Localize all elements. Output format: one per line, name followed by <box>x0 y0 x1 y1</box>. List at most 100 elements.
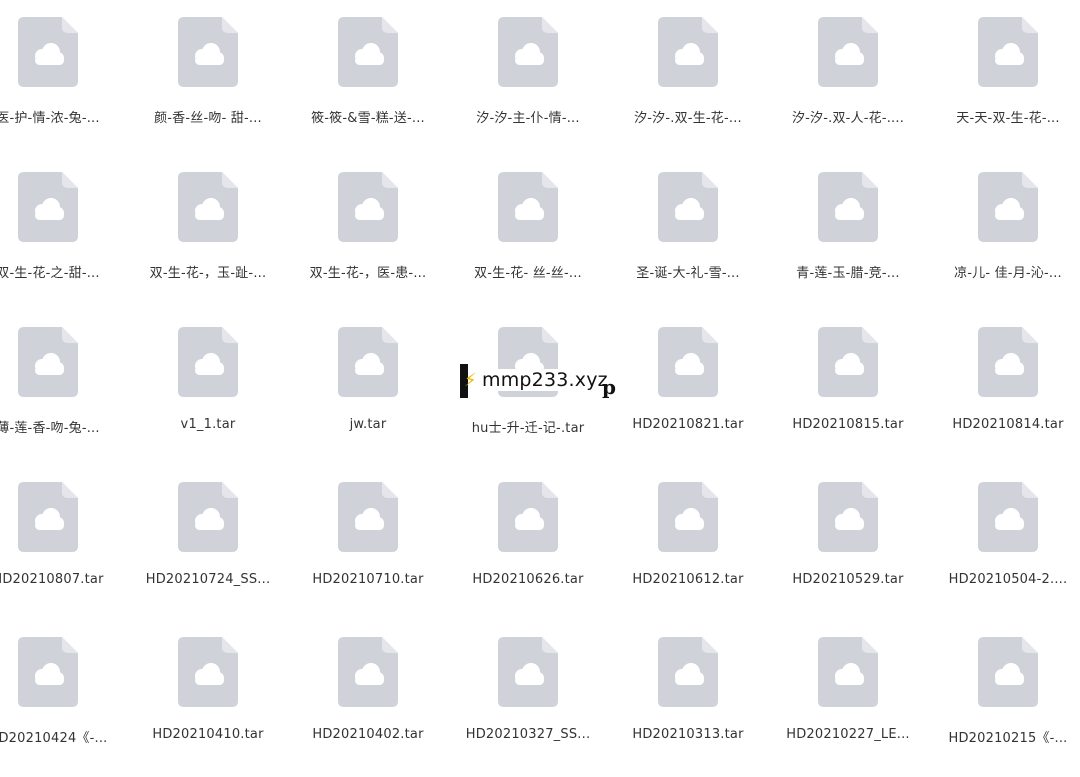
cloud-file-icon <box>978 482 1038 552</box>
cloud-file-icon <box>818 482 878 552</box>
cloud-file-icon <box>18 637 78 707</box>
file-name: v1_1.tar <box>180 417 236 432</box>
file-name: HD20210821.tar <box>632 417 744 432</box>
file-item[interactable]: HD20210327_SS... <box>453 637 603 777</box>
watermark-overlay: ⚡ mmp233.xyz p <box>460 363 616 399</box>
file-name: 医-护-情-浓-兔-... <box>0 111 100 126</box>
cloud-file-icon <box>658 482 718 552</box>
file-name: 双-生-花-，玉-趾-... <box>149 266 267 281</box>
file-name: 汐-汐-.双-生-花-... <box>634 111 742 126</box>
file-name: HD20210215《-... <box>948 731 1068 746</box>
cloud-file-icon <box>338 482 398 552</box>
file-name: 薄-莲-香-吻-兔-... <box>0 421 100 436</box>
file-name: HD20210424《-... <box>0 731 108 746</box>
file-item[interactable]: 双-生-花-，医-患-... <box>293 172 443 312</box>
file-name: HD20210724_SS... <box>145 572 271 587</box>
cloud-file-icon <box>178 637 238 707</box>
file-item[interactable]: HD20210612.tar <box>613 482 763 622</box>
file-item[interactable]: HD20210626.tar <box>453 482 603 622</box>
file-item[interactable]: 青-莲-玉-腊-竞-... <box>773 172 923 312</box>
cloud-file-icon <box>658 637 718 707</box>
file-name: HD20210807.tar <box>0 572 104 587</box>
file-item[interactable]: HD20210504-2.... <box>933 482 1080 622</box>
file-item[interactable]: HD20210821.tar <box>613 327 763 467</box>
file-name: HD20210529.tar <box>792 572 904 587</box>
cloud-file-icon <box>498 172 558 242</box>
file-item[interactable]: HD20210402.tar <box>293 637 443 777</box>
cloud-file-icon <box>178 327 238 397</box>
cloud-file-icon <box>338 172 398 242</box>
cloud-file-icon <box>338 327 398 397</box>
file-item[interactable]: 双-生-花- 丝-丝-... <box>453 172 603 312</box>
file-name: HD20210504-2.... <box>948 572 1068 587</box>
cloud-file-icon <box>498 637 558 707</box>
file-name: HD20210710.tar <box>312 572 424 587</box>
file-item[interactable]: HD20210724_SS... <box>133 482 283 622</box>
file-item[interactable]: HD20210815.tar <box>773 327 923 467</box>
file-item[interactable]: 薄-莲-香-吻-兔-... <box>0 327 123 467</box>
file-item[interactable]: 圣-诞-大-礼-雪-... <box>613 172 763 312</box>
lightning-icon: ⚡ <box>464 370 477 391</box>
cloud-file-icon <box>658 172 718 242</box>
cloud-file-icon <box>18 17 78 87</box>
file-item[interactable]: HD20210313.tar <box>613 637 763 777</box>
cloud-file-icon <box>978 327 1038 397</box>
file-name: 凉-儿- 佳-月-沁-... <box>954 266 1062 281</box>
cloud-file-icon <box>978 17 1038 87</box>
file-item[interactable]: HD20210215《-... <box>933 637 1080 777</box>
file-name: 双-生-花- 丝-丝-... <box>474 266 582 281</box>
file-name: HD20210814.tar <box>952 417 1064 432</box>
cloud-file-icon <box>658 17 718 87</box>
file-name: HD20210815.tar <box>792 417 904 432</box>
cloud-file-icon <box>338 637 398 707</box>
file-name: jw.tar <box>349 417 387 432</box>
file-name: HD20210626.tar <box>472 572 584 587</box>
file-item[interactable]: 汐-汐-.双-生-花-... <box>613 17 763 157</box>
cloud-file-icon <box>818 327 878 397</box>
cloud-file-icon <box>18 172 78 242</box>
file-name: HD20210313.tar <box>632 727 744 742</box>
cloud-file-icon <box>178 17 238 87</box>
file-item[interactable]: HD20210710.tar <box>293 482 443 622</box>
file-name: 汐-汐-.双-人-花-.... <box>791 111 905 126</box>
file-name: 颜-香-丝-吻- 甜-... <box>154 111 262 126</box>
file-item[interactable]: 汐-汐-.双-人-花-.... <box>773 17 923 157</box>
file-name: 圣-诞-大-礼-雪-... <box>636 266 740 281</box>
file-item[interactable]: 医-护-情-浓-兔-... <box>0 17 123 157</box>
cloud-file-icon <box>978 637 1038 707</box>
file-name: HD20210410.tar <box>152 727 264 742</box>
file-name: HD20210402.tar <box>312 727 424 742</box>
watermark-text: mmp233.xyz <box>480 369 610 391</box>
file-item[interactable]: HD20210807.tar <box>0 482 123 622</box>
file-name: HD20210227_LE... <box>786 727 910 742</box>
file-item[interactable]: 颜-香-丝-吻- 甜-... <box>133 17 283 157</box>
cloud-file-icon <box>818 637 878 707</box>
file-item[interactable]: 双-生-花-，玉-趾-... <box>133 172 283 312</box>
file-item[interactable]: HD20210227_LE... <box>773 637 923 777</box>
file-item[interactable]: HD20210814.tar <box>933 327 1080 467</box>
file-item[interactable]: HD20210410.tar <box>133 637 283 777</box>
file-name: 筱-筱-&雪-糕-送-... <box>311 111 425 126</box>
file-item[interactable]: 汐-汐-主-仆-情-... <box>453 17 603 157</box>
cloud-file-icon <box>978 172 1038 242</box>
file-item[interactable]: 双-生-花-之-甜-... <box>0 172 123 312</box>
file-name: 双-生-花-之-甜-... <box>0 266 100 281</box>
cloud-file-icon <box>658 327 718 397</box>
cloud-file-icon <box>498 482 558 552</box>
file-item[interactable]: 凉-儿- 佳-月-沁-... <box>933 172 1080 312</box>
file-name: 天-天-双-生-花-... <box>956 111 1060 126</box>
cloud-file-icon <box>818 172 878 242</box>
cloud-file-icon <box>178 172 238 242</box>
file-name: HD20210612.tar <box>632 572 744 587</box>
file-name: HD20210327_SS... <box>465 727 591 742</box>
file-item[interactable]: 天-天-双-生-花-... <box>933 17 1080 157</box>
cloud-file-icon <box>18 327 78 397</box>
file-item[interactable]: HD20210529.tar <box>773 482 923 622</box>
file-name: 青-莲-玉-腊-竞-... <box>796 266 900 281</box>
watermark-trailing-char: p <box>602 375 616 399</box>
file-item[interactable]: jw.tar <box>293 327 443 467</box>
file-item[interactable]: HD20210424《-... <box>0 637 123 777</box>
file-item[interactable]: v1_1.tar <box>133 327 283 467</box>
file-item[interactable]: 筱-筱-&雪-糕-送-... <box>293 17 443 157</box>
file-name: 汐-汐-主-仆-情-... <box>476 111 580 126</box>
